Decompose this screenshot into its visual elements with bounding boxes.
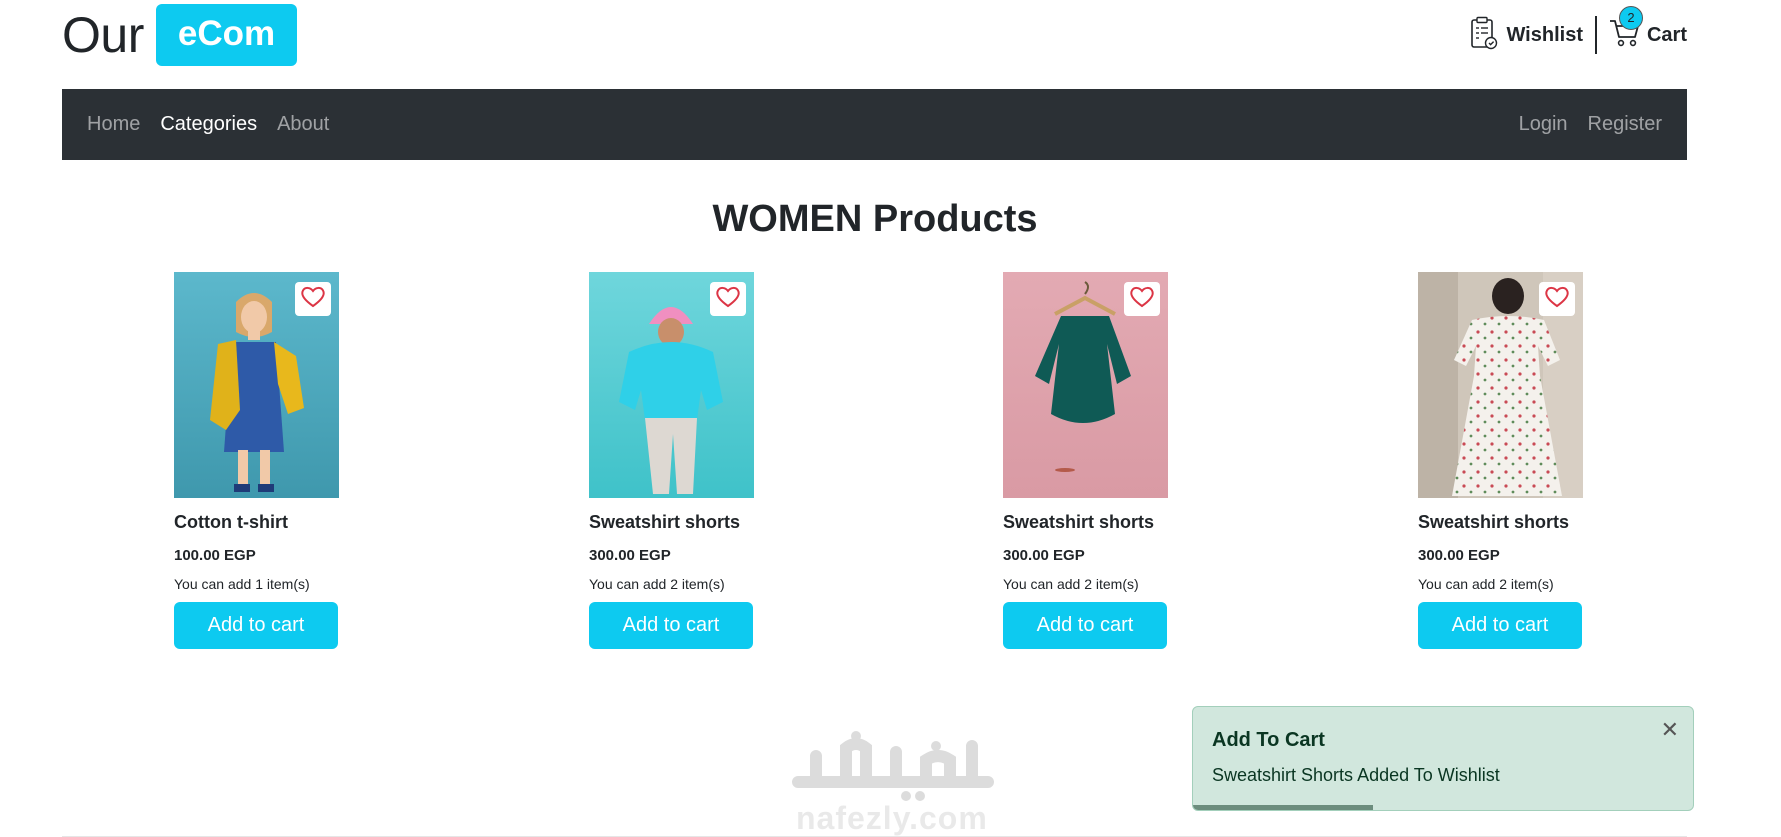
add-to-cart-button[interactable]: Add to cart xyxy=(1003,602,1167,649)
nav-register[interactable]: Register xyxy=(1588,113,1662,136)
wishlist-toggle[interactable] xyxy=(710,282,746,316)
product-limit: You can add 2 item(s) xyxy=(1003,576,1139,592)
product-card: Sweatshirt shorts 300.00 EGP You can add… xyxy=(1418,272,1583,649)
header-actions: Wishlist 2 Cart xyxy=(1470,5,1687,56)
toast-notification: Add To Cart Sweatshirt Shorts Added To W… xyxy=(1192,706,1694,811)
product-limit: You can add 2 item(s) xyxy=(1418,576,1554,592)
page-title: WOMEN Products xyxy=(712,198,1038,240)
wishlist-icon xyxy=(1470,16,1498,55)
watermark-text: nafezly.com xyxy=(796,800,988,836)
cart-link[interactable]: 2 Cart xyxy=(1609,5,1687,53)
product-price: 300.00 EGP xyxy=(1418,547,1500,564)
toast-title: Add To Cart xyxy=(1212,729,1325,751)
product-name: Cotton t-shirt xyxy=(174,512,288,532)
nav-left: Home Categories About xyxy=(87,113,329,136)
add-to-cart-button[interactable]: Add to cart xyxy=(174,602,338,649)
nav-right: Login Register xyxy=(1519,113,1662,136)
brand-text: Our xyxy=(62,7,144,63)
header-divider xyxy=(1594,16,1597,54)
cart-label: Cart xyxy=(1646,23,1687,46)
heart-icon xyxy=(300,285,326,314)
wishlist-link[interactable]: Wishlist xyxy=(1470,16,1583,55)
heart-icon xyxy=(1129,285,1155,314)
product-card: Sweatshirt shorts 300.00 EGP You can add… xyxy=(589,272,754,649)
product-card: Cotton t-shirt 100.00 EGP You can add 1 … xyxy=(174,272,339,649)
page: Our eCom Wishlist 2 Cart Home Categories… xyxy=(0,0,1781,837)
product-limit: You can add 2 item(s) xyxy=(589,576,725,592)
brand-badge: eCom xyxy=(155,4,298,66)
toast-message: Sweatshirt Shorts Added To Wishlist xyxy=(1212,765,1500,785)
heart-icon xyxy=(1544,285,1570,314)
product-price: 300.00 EGP xyxy=(589,547,671,564)
product-limit: You can add 1 item(s) xyxy=(174,576,310,592)
product-image[interactable] xyxy=(1418,272,1583,498)
wishlist-toggle[interactable] xyxy=(1124,282,1160,316)
nav-categories[interactable]: Categories xyxy=(160,113,257,136)
wishlist-label: Wishlist xyxy=(1506,23,1583,46)
nav-login[interactable]: Login xyxy=(1519,113,1568,136)
add-to-cart-button[interactable]: Add to cart xyxy=(589,602,753,649)
product-image[interactable] xyxy=(589,272,754,498)
product-image[interactable] xyxy=(174,272,339,498)
nav-home[interactable]: Home xyxy=(87,113,140,136)
heart-icon xyxy=(715,285,741,314)
add-to-cart-button[interactable]: Add to cart xyxy=(1418,602,1582,649)
nav-about[interactable]: About xyxy=(277,113,329,136)
product-name: Sweatshirt shorts xyxy=(1418,512,1570,532)
cart-count-badge: 2 xyxy=(1618,5,1643,30)
product-name: Sweatshirt shorts xyxy=(1003,512,1155,532)
main-navbar: Home Categories About Login Register xyxy=(62,89,1687,160)
wishlist-toggle[interactable] xyxy=(1539,282,1575,316)
product-price: 100.00 EGP xyxy=(174,547,256,564)
product-price: 300.00 EGP xyxy=(1003,547,1085,564)
wishlist-toggle[interactable] xyxy=(295,282,331,316)
brand-logo[interactable]: Our eCom xyxy=(62,4,298,66)
product-name: Sweatshirt shorts xyxy=(589,512,741,532)
product-image[interactable] xyxy=(1003,272,1168,498)
product-card: Sweatshirt shorts 300.00 EGP You can add… xyxy=(1003,272,1168,649)
watermark-logo: nafezly.com xyxy=(786,724,1006,836)
close-icon[interactable]: ✕ xyxy=(1661,717,1679,743)
toast-progress-bar xyxy=(1193,805,1373,810)
